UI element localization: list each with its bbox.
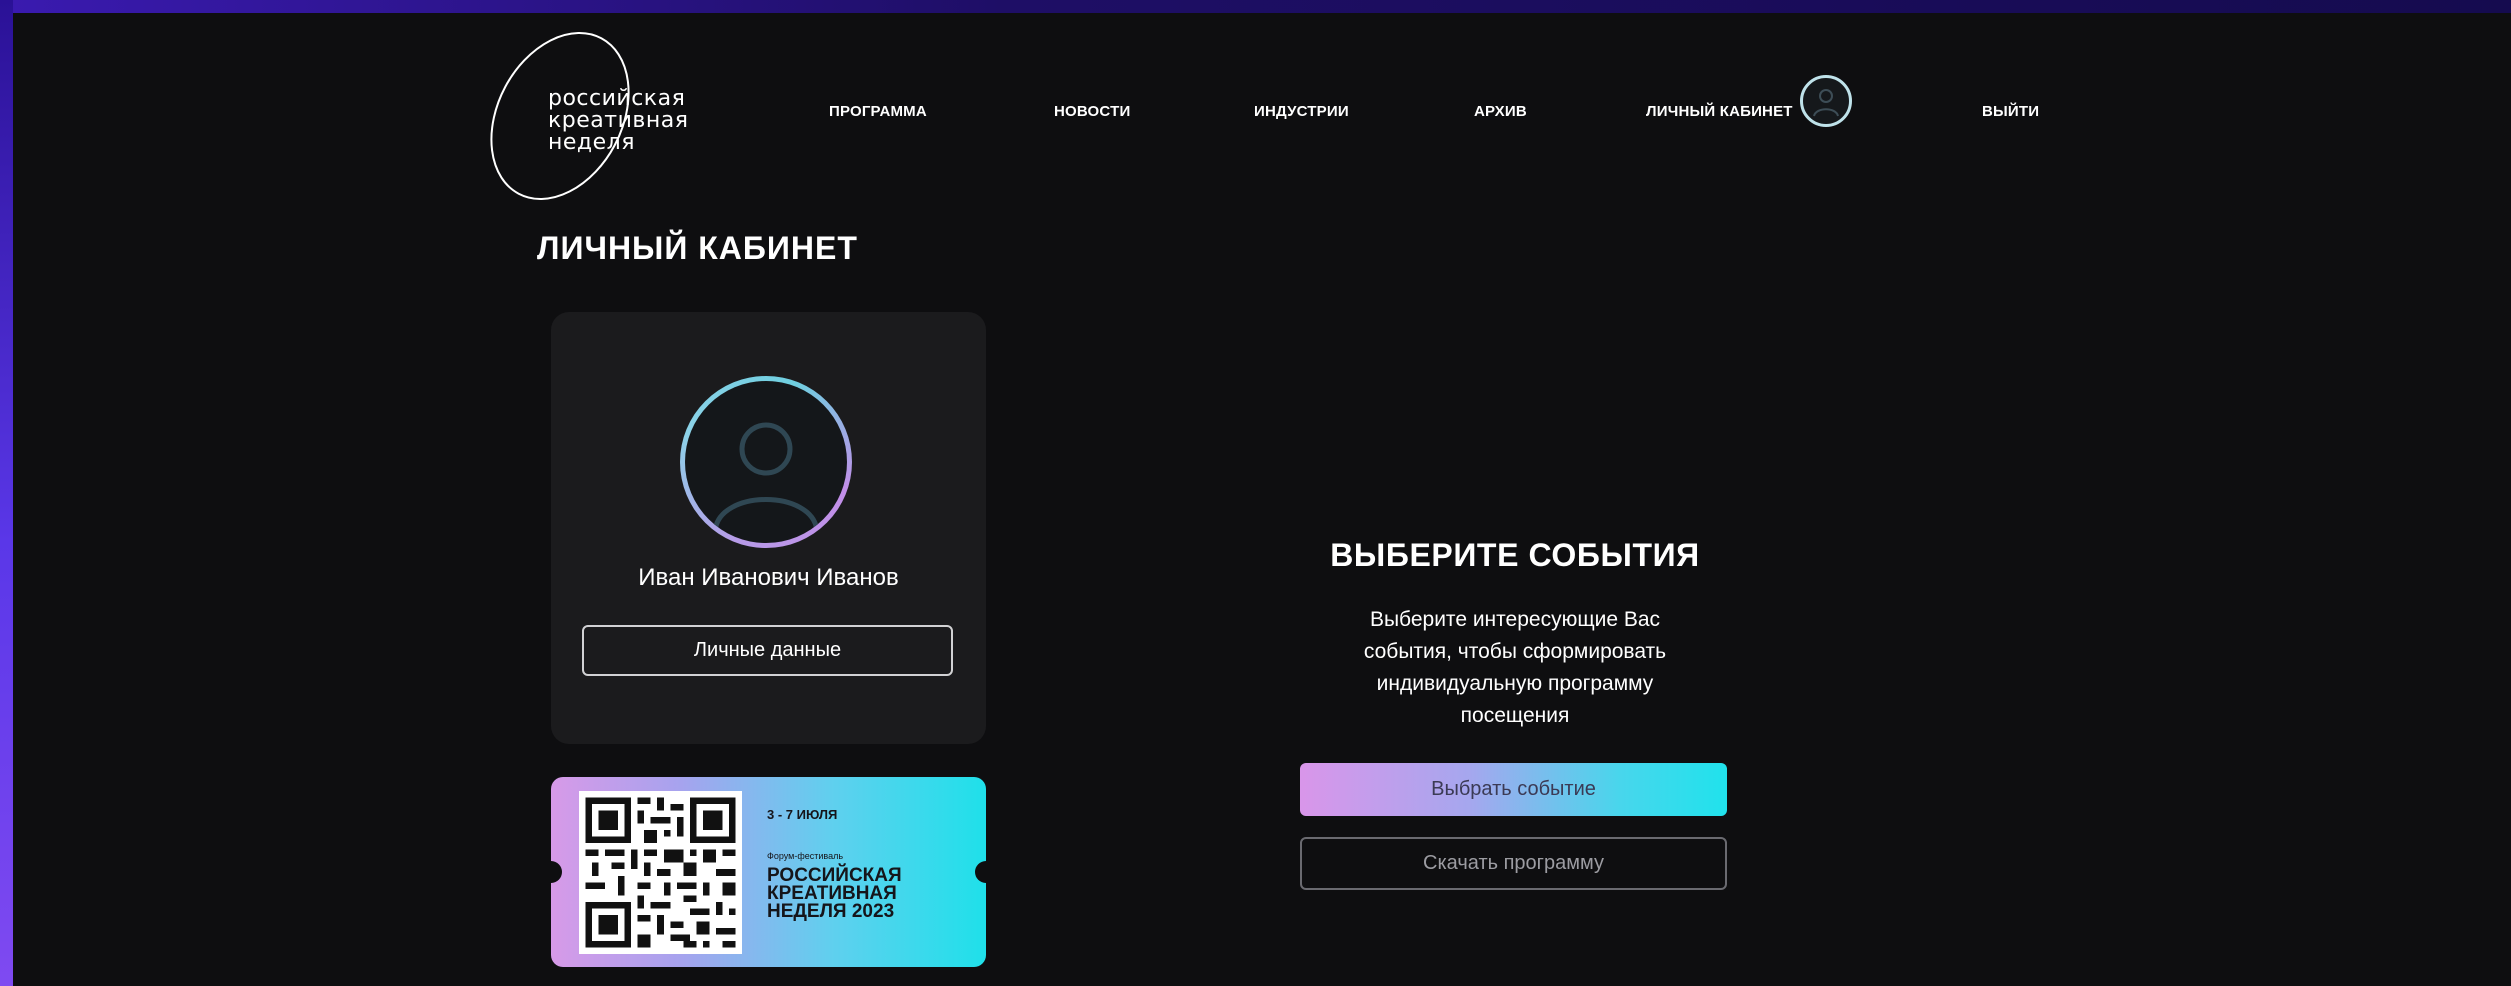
event-ticket[interactable]: 3 - 7 ИЮЛЯ Форум-фестиваль РОССИЙСКАЯ КР… — [551, 777, 986, 967]
user-icon — [712, 422, 820, 532]
nav-item-logout[interactable]: ВЫЙТИ — [1982, 103, 2039, 120]
events-description-line: индивидуальную программу — [1376, 672, 1654, 695]
events-description-line: события, чтобы сформировать — [1363, 640, 1667, 663]
logo-line: неделя — [548, 130, 635, 155]
nav-item-program[interactable]: ПРОГРАММА — [829, 103, 927, 120]
choose-event-button[interactable]: Выбрать событие — [1300, 763, 1727, 816]
events-description-line: Выберите интересующие Вас — [1369, 608, 1661, 631]
nav-item-industries[interactable]: ИНДУСТРИИ — [1254, 103, 1349, 120]
user-full-name: Иван Иванович Иванов — [638, 564, 899, 591]
qr-code-icon — [579, 791, 742, 954]
nav-item-archive[interactable]: АРХИВ — [1474, 103, 1527, 120]
profile-card: Иван Иванович Иванов Личные данные — [551, 312, 986, 744]
ticket-notch-left — [551, 861, 562, 883]
logo-line: креативная — [548, 108, 689, 133]
ticket-name-line: НЕДЕЛЯ 2023 — [767, 901, 895, 922]
nav-item-news[interactable]: НОВОСТИ — [1054, 103, 1130, 120]
profile-avatar[interactable] — [680, 376, 852, 548]
page-title: ЛИЧНЫЙ КАБИНЕТ — [537, 230, 858, 266]
events-description: Выберите интересующие Вас события, чтобы… — [1310, 604, 1720, 732]
nav-item-personal-account[interactable]: ЛИЧНЫЙ КАБИНЕТ — [1646, 103, 1793, 120]
download-program-button[interactable]: Скачать программу — [1300, 837, 1727, 890]
events-title: ВЫБЕРИТЕ СОБЫТИЯ — [1330, 537, 1700, 573]
window-left-border — [0, 0, 13, 986]
ticket-subtitle: Форум-фестиваль — [767, 851, 844, 861]
user-icon — [1813, 89, 1839, 117]
ticket-date: 3 - 7 ИЮЛЯ — [767, 807, 838, 822]
window-top-border — [0, 0, 2511, 13]
personal-data-button[interactable]: Личные данные — [582, 625, 953, 676]
app-frame — [13, 13, 2511, 986]
events-description-line: посещения — [1460, 704, 1570, 727]
ticket-event-name: РОССИЙСКАЯ КРЕАТИВНАЯ НЕДЕЛЯ 2023 — [767, 866, 902, 922]
logo[interactable]: российская креативная неделя — [478, 18, 758, 203]
ticket-notch-right — [975, 861, 986, 883]
header-avatar[interactable] — [1800, 75, 1852, 127]
logo-wordmark: российская креативная неделя — [548, 88, 688, 154]
logo-line: российская — [548, 86, 686, 111]
